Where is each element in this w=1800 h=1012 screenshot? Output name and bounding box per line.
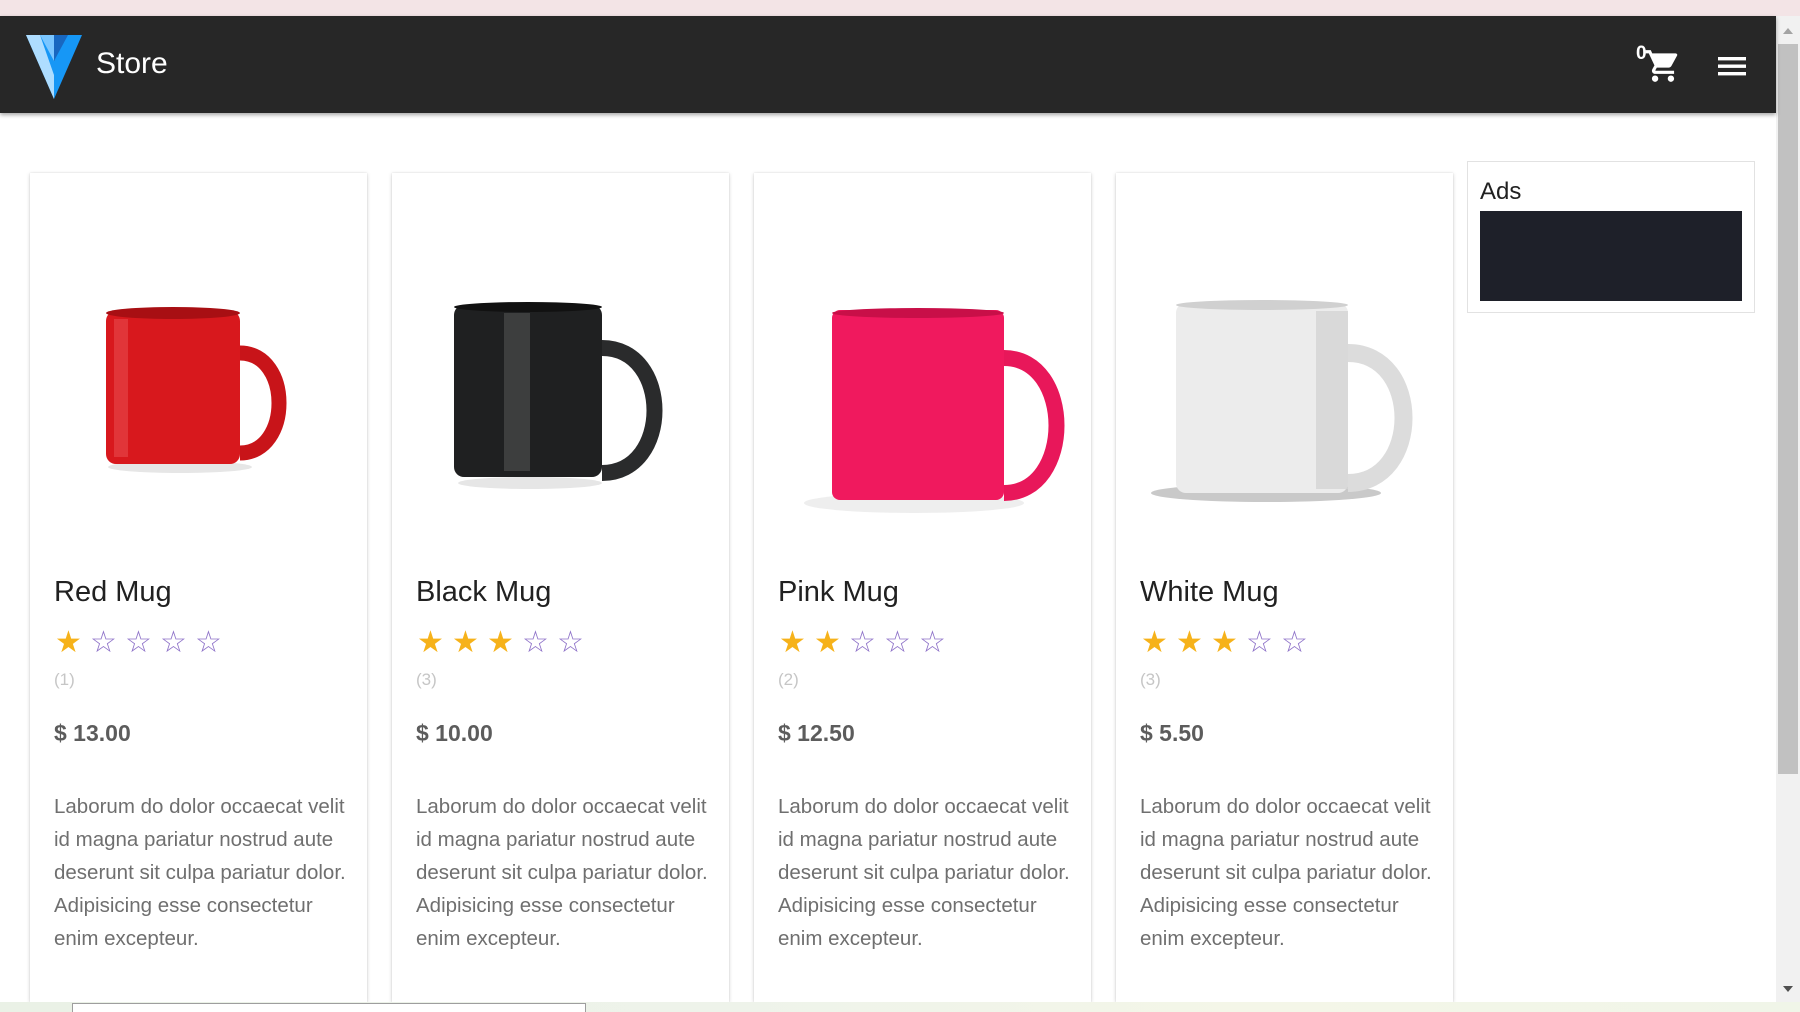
- product-title[interactable]: Pink Mug: [778, 576, 899, 609]
- star-outline-icon[interactable]: ☆: [918, 628, 947, 658]
- rating-stars[interactable]: ★ ★ ☆ ☆ ☆: [778, 628, 947, 658]
- rating-stars[interactable]: ★ ★ ★ ☆ ☆: [1140, 628, 1309, 658]
- ads-panel: Ads: [1467, 161, 1755, 313]
- star-outline-icon[interactable]: ☆: [848, 628, 877, 658]
- star-outline-icon[interactable]: ☆: [556, 628, 585, 658]
- star-outline-icon[interactable]: ☆: [883, 628, 912, 658]
- star-icon[interactable]: ★: [54, 628, 83, 658]
- product-price: $ 10.00: [416, 720, 493, 746]
- product-description: Laborum do dolor occaecat velit id magna…: [778, 795, 1070, 950]
- white-mug-image[interactable]: [1116, 213, 1453, 563]
- product-price: $ 13.00: [54, 720, 131, 746]
- brand-title[interactable]: Store: [96, 47, 168, 81]
- vuetify-logo-icon[interactable]: [24, 31, 84, 101]
- star-outline-icon[interactable]: ☆: [124, 628, 153, 658]
- scroll-up-arrow-icon[interactable]: [1783, 28, 1793, 34]
- star-icon[interactable]: ★: [813, 628, 842, 658]
- vertical-scrollbar[interactable]: [1776, 16, 1800, 1002]
- product-description: Laborum do dolor occaecat velit id magna…: [416, 795, 708, 950]
- product-card[interactable]: Red Mug ★ ☆ ☆ ☆ ☆ (1) $ 13.00 Laborum do…: [30, 173, 367, 1002]
- star-icon[interactable]: ★: [416, 628, 445, 658]
- star-outline-icon[interactable]: ☆: [1280, 628, 1309, 658]
- product-card[interactable]: Pink Mug ★ ★ ☆ ☆ ☆ (2) $ 12.50 Laborum d…: [754, 173, 1091, 1002]
- review-count: (3): [1140, 670, 1161, 689]
- ads-label: Ads: [1480, 178, 1522, 205]
- star-outline-icon[interactable]: ☆: [521, 628, 550, 658]
- taskbar-window-panel[interactable]: [72, 1003, 586, 1012]
- product-card[interactable]: Black Mug ★ ★ ★ ☆ ☆ (3) $ 10.00 Laborum …: [392, 173, 729, 1002]
- star-icon[interactable]: ★: [1210, 628, 1239, 658]
- star-icon[interactable]: ★: [778, 628, 807, 658]
- product-price: $ 12.50: [778, 720, 855, 746]
- star-icon[interactable]: ★: [451, 628, 480, 658]
- app-bar: Store 0: [0, 16, 1776, 113]
- menu-icon[interactable]: [1715, 51, 1749, 81]
- product-title[interactable]: White Mug: [1140, 576, 1279, 609]
- cart-icon: [1645, 50, 1678, 82]
- star-outline-icon[interactable]: ☆: [89, 628, 118, 658]
- review-count: (2): [778, 670, 799, 689]
- product-card[interactable]: White Mug ★ ★ ★ ☆ ☆ (3) $ 5.50 Laborum d…: [1116, 173, 1453, 1002]
- ad-banner[interactable]: [1480, 211, 1742, 301]
- cart-button[interactable]: 0: [1634, 43, 1694, 87]
- star-icon[interactable]: ★: [486, 628, 515, 658]
- star-icon[interactable]: ★: [1175, 628, 1204, 658]
- review-count: (3): [416, 670, 437, 689]
- rating-stars[interactable]: ★ ☆ ☆ ☆ ☆: [54, 628, 223, 658]
- taskbar-strip: [0, 1002, 1800, 1012]
- browser-top-strip: [0, 0, 1800, 16]
- star-outline-icon[interactable]: ☆: [194, 628, 223, 658]
- star-outline-icon[interactable]: ☆: [159, 628, 188, 658]
- scroll-down-arrow-icon[interactable]: [1783, 986, 1793, 992]
- review-count: (1): [54, 670, 75, 689]
- product-description: Laborum do dolor occaecat velit id magna…: [54, 795, 346, 950]
- red-mug-image[interactable]: [30, 213, 367, 563]
- black-mug-image[interactable]: [392, 213, 729, 563]
- pink-mug-image[interactable]: [754, 213, 1091, 563]
- product-price: $ 5.50: [1140, 720, 1204, 746]
- star-outline-icon[interactable]: ☆: [1245, 628, 1274, 658]
- product-title[interactable]: Red Mug: [54, 576, 172, 609]
- scrollbar-thumb[interactable]: [1778, 44, 1798, 774]
- product-description: Laborum do dolor occaecat velit id magna…: [1140, 795, 1432, 950]
- rating-stars[interactable]: ★ ★ ★ ☆ ☆: [416, 628, 585, 658]
- star-icon[interactable]: ★: [1140, 628, 1169, 658]
- product-title[interactable]: Black Mug: [416, 576, 551, 609]
